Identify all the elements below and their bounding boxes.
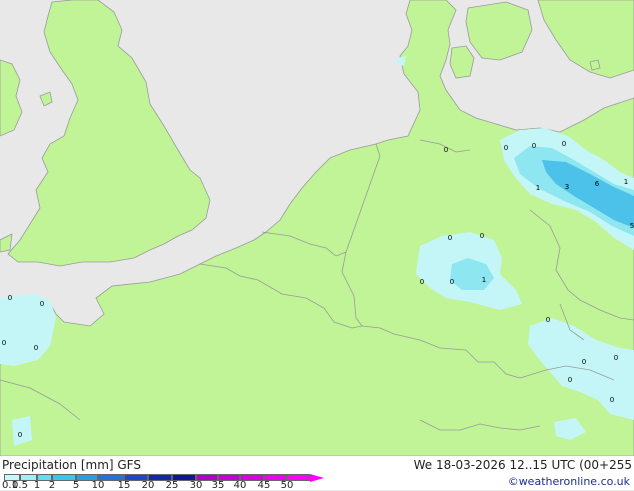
precip-label: 0 [614,354,618,362]
credit-link[interactable]: ©weatheronline.co.uk [508,475,630,488]
precip-label: 0 [40,300,44,308]
map-title: Precipitation [mm] GFS [2,458,141,472]
precip-label: 0 [568,376,572,384]
scale-tick-label: 40 [233,480,247,491]
scale-tick-label: 45 [257,480,271,491]
scale-tick-label: 35 [211,480,225,491]
scale-tick-label: 1 [33,480,41,491]
precip-label: 1 [482,276,486,284]
scale-arrow-icon [310,474,324,482]
precip-label: 0 [34,344,38,352]
precip-label: 0 [480,232,484,240]
precip-label: 0 [8,294,12,302]
scale-tick-label: 30 [189,480,203,491]
precip-label: 3 [565,183,569,191]
precip-label: 0 [504,144,508,152]
precip-label: 0 [450,278,454,286]
scale-tick-label: 5 [72,480,80,491]
precip-label: 5 [630,222,634,230]
land-bornholm-small [589,59,601,71]
precip-label: 0 [18,431,22,439]
precip-label: 1 [536,184,540,192]
forecast-datetime: We 18-03-2026 12..15 UTC (00+255 [413,458,632,472]
precip-label: 0 [444,146,448,154]
precip-label: 0 [582,358,586,366]
precip-label: 0 [2,339,6,347]
precip-label: 0 [546,316,550,324]
precip-label: 0 [532,142,536,150]
precip-label: 0 [562,140,566,148]
scale-tick-label: 25 [165,480,179,491]
precip-label: 0 [610,396,614,404]
precip-label: 1 [624,178,628,186]
scale-tick-label: 15 [117,480,131,491]
scale-tick-label: 2 [48,480,56,491]
scale-tick-label: 50 [280,480,294,491]
precip-label: 0 [420,278,424,286]
precipitation-map: 0 0 0 0 0 0 0 1 3 6 1 5 0 0 0 1 0 0 0 0 … [0,0,634,457]
scale-tick-label: 0.5 [12,480,28,491]
legend-footer: Precipitation [mm] GFS We 18-03-2026 12.… [0,456,634,491]
scale-tick-label: 10 [91,480,105,491]
precip-label: 0 [448,234,452,242]
precip-label: 6 [595,180,600,188]
map-canvas: 0 0 0 0 0 0 0 1 3 6 1 5 0 0 0 1 0 0 0 0 … [0,0,634,457]
scale-tick-label: 20 [141,480,155,491]
